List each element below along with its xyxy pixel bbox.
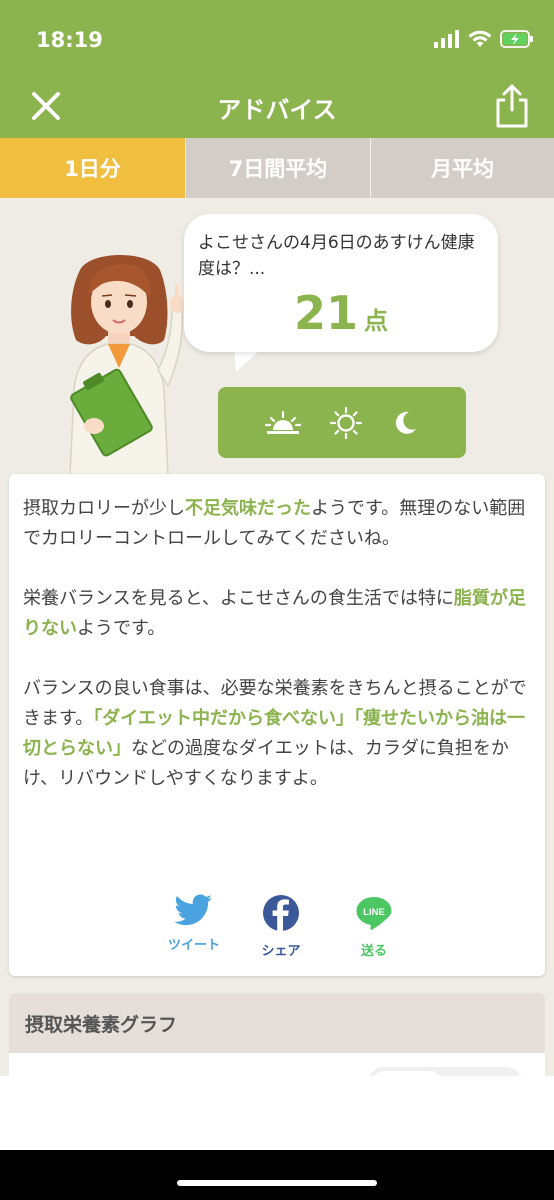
battery-charging-icon [500,30,533,48]
highlight-calorie-shortage: 不足気味だった [185,498,311,519]
health-score: 21 点 [184,286,498,340]
twitter-share-button[interactable]: ツイート [159,894,229,953]
tab-1day[interactable]: 1日分 [0,138,185,198]
health-score-unit: 点 [364,307,388,335]
svg-text:LINE: LINE [363,907,385,918]
advice-card: 摂取カロリーが少し不足気味だったようです。無理のない範囲でカロリーコントロールし… [9,474,545,976]
home-indicator[interactable] [177,1180,377,1186]
tab-7day-average[interactable]: 7日間平均 [185,138,370,198]
health-score-value: 21 [293,286,358,340]
moon-icon [395,411,416,434]
advisor-character-illustration [69,255,184,476]
sun-icon [329,406,363,439]
status-bar: 18:19 [0,0,554,80]
advice-paragraph-balance: バランスの良い食事は、必要な栄養素をきちんと摂ることができます。「ダイエット中だ… [23,678,527,789]
bottom-spacer [0,1076,554,1150]
line-share-label: 送る [360,944,387,959]
facebook-share-label: シェア [261,944,301,959]
status-icons [434,30,534,48]
facebook-icon [263,895,299,931]
score-question-text: よこせさんの4月6日のあすけん健康度は？... [198,233,475,279]
nav-bar: アドバイス [0,72,554,138]
facebook-share-button[interactable]: シェア [246,894,316,959]
twitter-share-label: ツイート [167,938,220,953]
home-bar-area [0,1150,554,1200]
highlight-diet-quote-1: 「ダイエット中だから食べない」 [93,708,355,729]
advice-text: 摂取カロリーが少し不足気味だったようです。無理のない範囲でカロリーコントロールし… [23,494,531,824]
nutrient-graph-title: 摂取栄養素グラフ [9,993,545,1053]
share-icon[interactable] [492,82,532,130]
tab-monthly-average[interactable]: 月平均 [370,138,554,198]
signal-icon [434,30,459,48]
advice-paragraph-nutrition: 栄養バランスを見ると、よこせさんの食生活では特に脂質が足りないようです。 [23,588,526,639]
score-speech-bubble: よこせさんの4月6日のあすけん健康度は？... 21 点 [184,214,498,352]
time-of-day-box [218,387,466,458]
status-time: 18:19 [36,28,103,52]
advice-paragraph-calorie: 摂取カロリーが少し不足気味だったようです。無理のない範囲でカロリーコントロールし… [23,498,526,549]
page-title: アドバイス [217,96,337,124]
wifi-icon [468,30,492,47]
line-icon: LINE [356,897,392,931]
twitter-icon [174,894,212,926]
period-tabs: 1日分 7日間平均 月平均 [0,138,554,198]
sunrise-icon [265,410,301,434]
line-share-button[interactable]: LINE 送る [339,894,409,959]
share-row: ツイート シェア LINE 送る [159,894,409,959]
